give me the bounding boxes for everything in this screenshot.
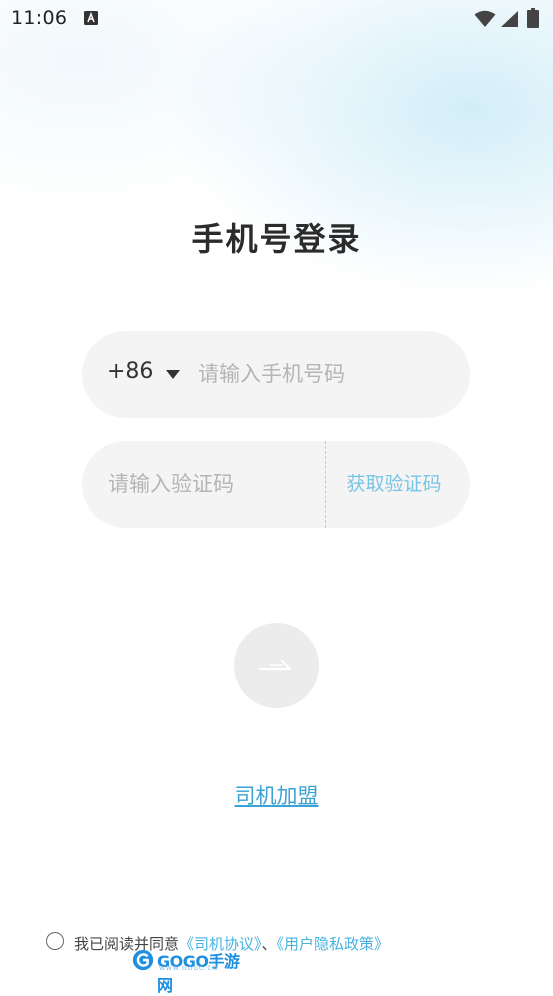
phone-input[interactable]: [198, 351, 448, 397]
status-time: 11:06: [11, 7, 68, 29]
verification-code-field: 获取验证码: [82, 441, 470, 528]
watermark-brand: GOGO手游网: [157, 952, 240, 995]
verification-code-input[interactable]: [108, 461, 318, 507]
watermark-g-icon: [132, 949, 154, 971]
status-bar: 11:06: [0, 0, 553, 40]
country-code-selector[interactable]: +86: [107, 359, 153, 384]
driver-join-link[interactable]: 司机加盟: [0, 780, 553, 810]
agreement-row: 我已阅读并同意《司机协议》、《用户隐私政策》: [46, 932, 526, 954]
phone-field: +86: [82, 331, 470, 418]
watermark-logo: GOGO手游网 WWW.GOGO.CN: [131, 948, 241, 995]
privacy-policy-link[interactable]: 《用户隐私政策》: [277, 935, 390, 953]
accessibility-a-icon: [84, 11, 98, 25]
cell-signal-icon: [501, 11, 518, 27]
agreement-separator: 、: [261, 935, 277, 953]
agreement-checkbox[interactable]: [46, 932, 64, 950]
caret-down-icon[interactable]: [166, 370, 180, 379]
battery-icon: [527, 8, 539, 28]
page-title: 手机号登录: [191, 220, 362, 258]
get-code-button[interactable]: 获取验证码: [326, 441, 462, 528]
header-gradient-background: [0, 0, 553, 340]
login-submit-button[interactable]: [234, 623, 319, 708]
arrow-right-icon: [258, 659, 292, 671]
wifi-icon: [474, 10, 496, 27]
watermark-url: WWW.GOGO.CN: [159, 965, 219, 972]
